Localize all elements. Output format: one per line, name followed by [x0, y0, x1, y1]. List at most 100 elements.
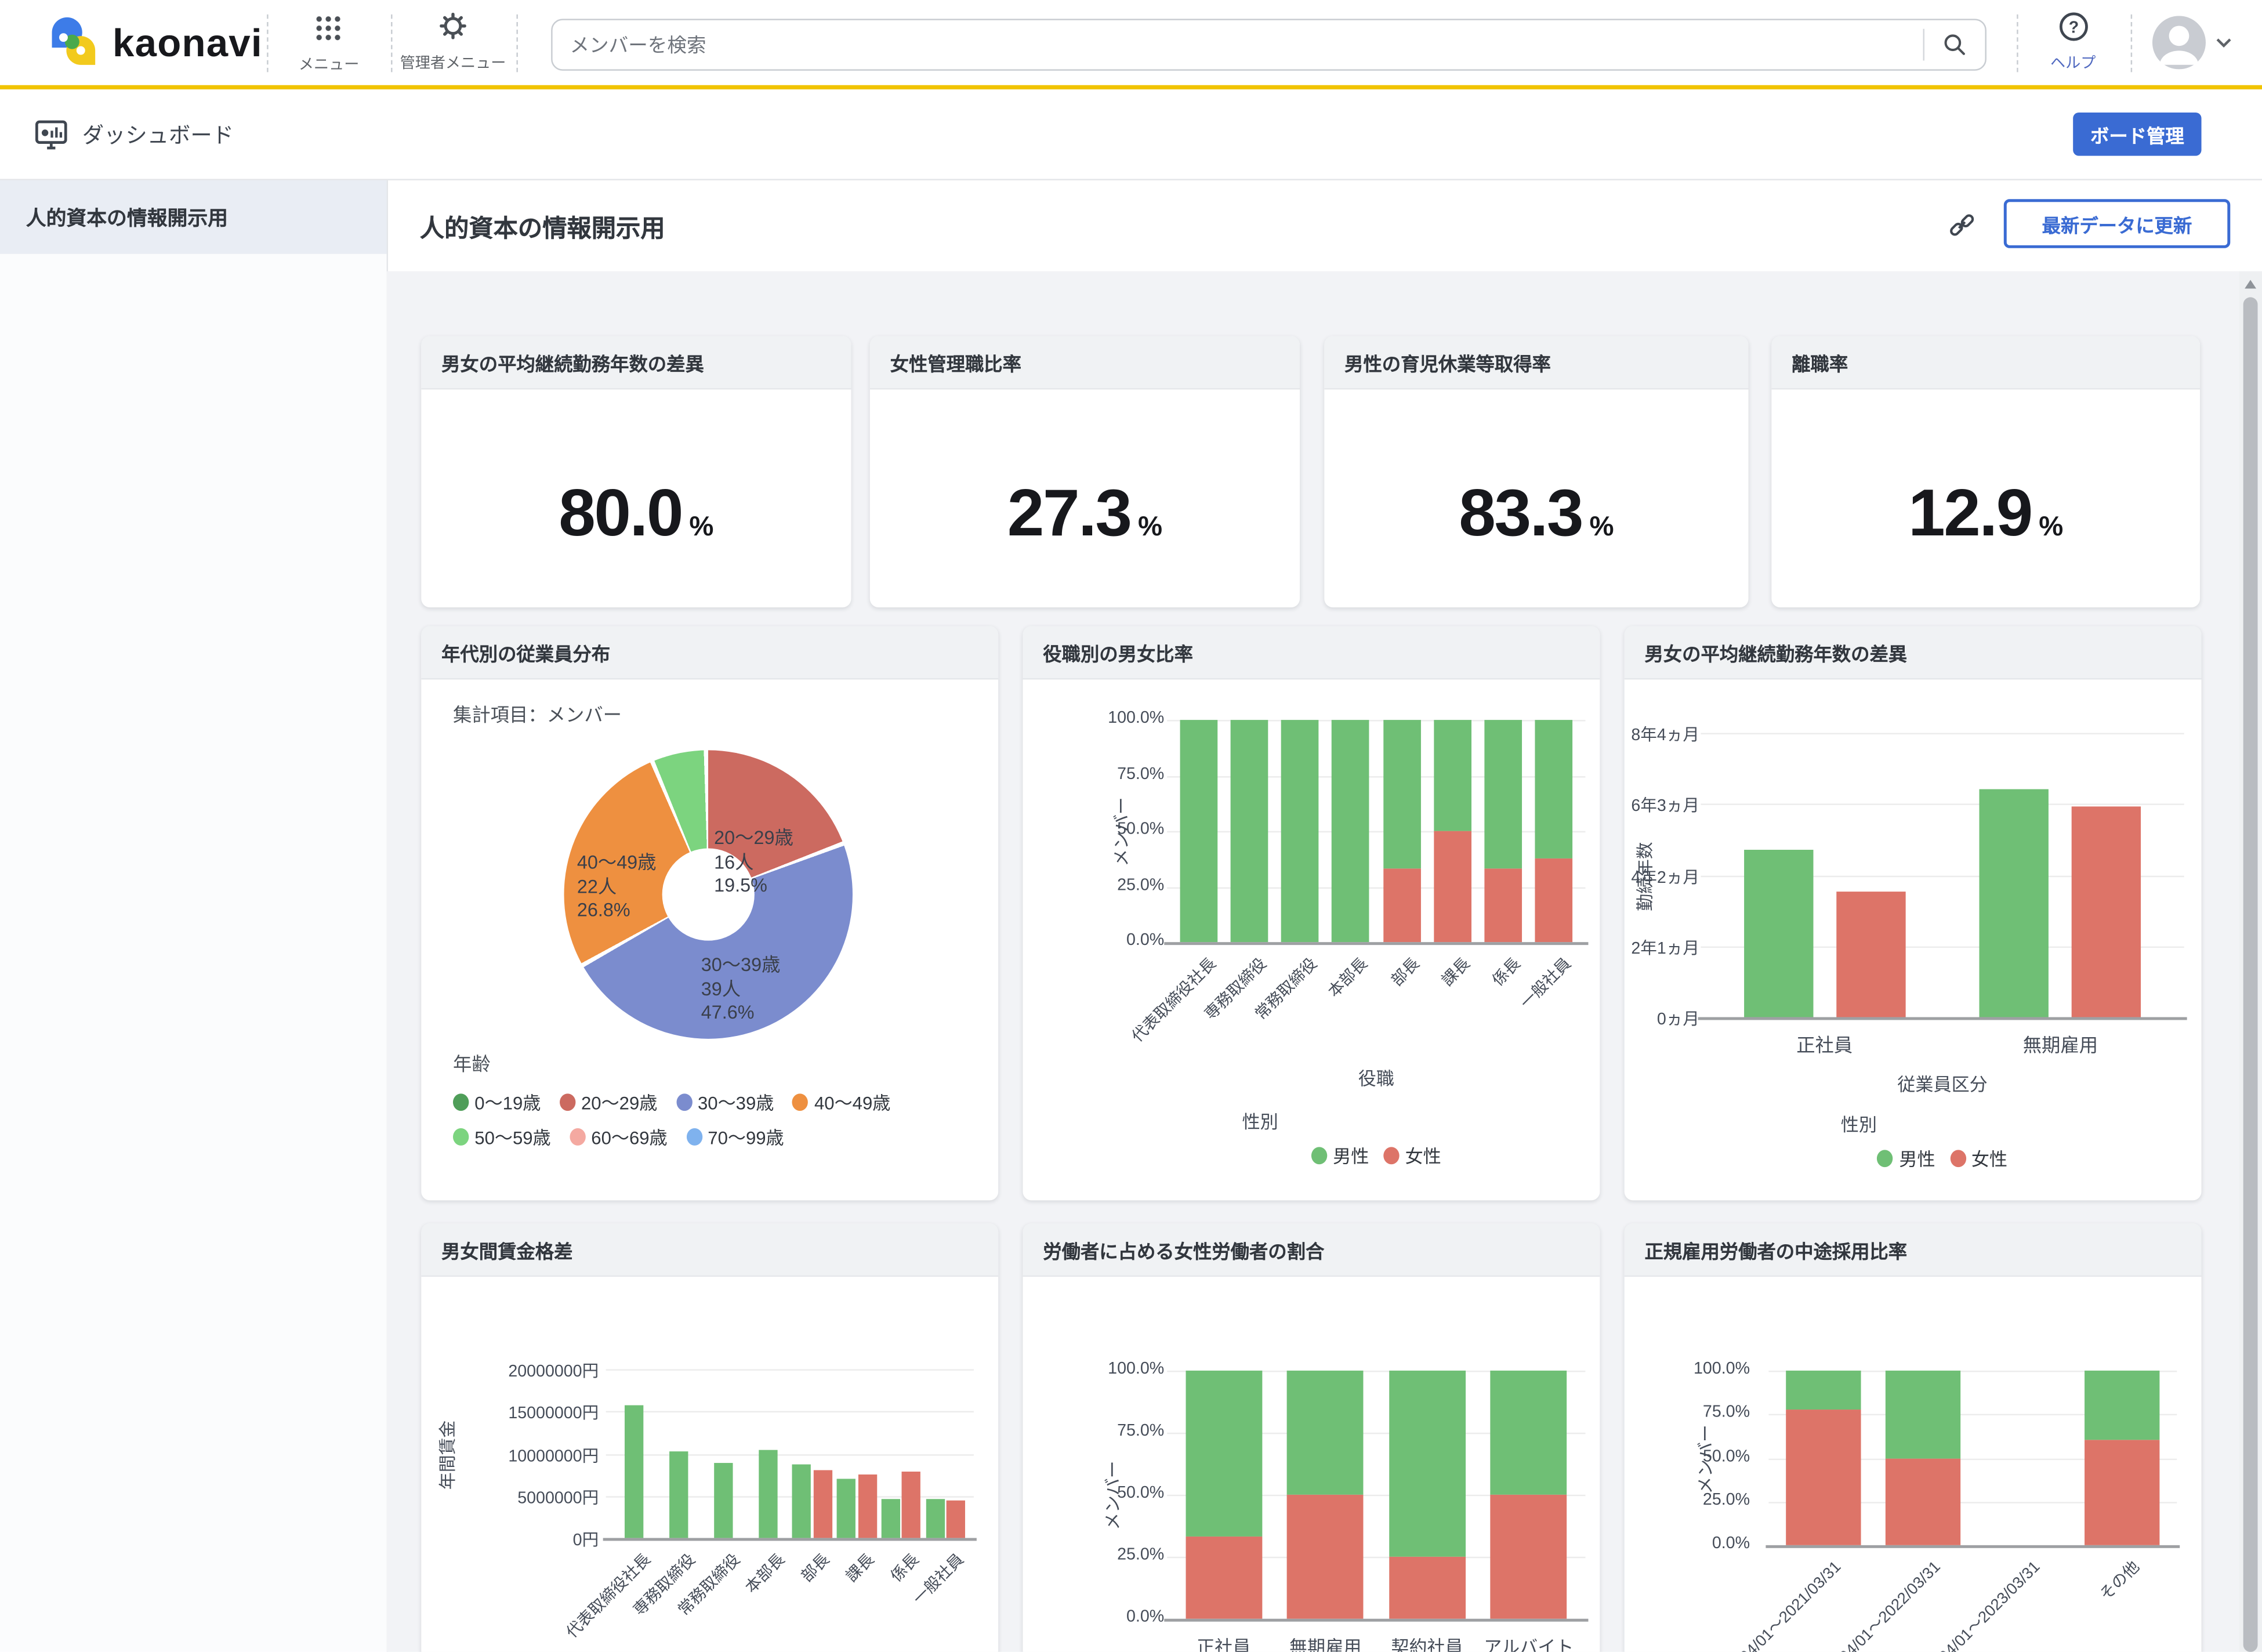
bar-male	[1980, 789, 2049, 1017]
bar-female	[1434, 831, 1471, 943]
x-axis-line	[1698, 1017, 2187, 1020]
bar-female	[947, 1500, 965, 1538]
legend-dot	[793, 1093, 809, 1110]
kpi-card-0: 男女の平均継続勤務年数の差異80.0%	[421, 336, 851, 608]
legend-label: 男性	[1899, 1144, 1935, 1171]
x-tick-label: 一般社員	[1515, 952, 1576, 1014]
legend-label: 50〜59歳	[474, 1122, 550, 1150]
legend-item: 女性	[1950, 1144, 2008, 1171]
admin-menu-button[interactable]: 管理者メニュー	[393, 12, 514, 74]
sidebar: 人的資本の情報開示用	[0, 180, 388, 1652]
kpi-card-2-title: 男性の育児休業等取得率	[1324, 336, 1748, 390]
kpi-number: 80.0	[559, 473, 682, 551]
chart-tenure-gap-body: 勤続年数8年4ヵ月6年3ヵ月4年2ヵ月2年1ヵ月0ヵ月正社員無期雇用従業員区分性…	[1625, 679, 2202, 1201]
gridline	[1701, 733, 2184, 734]
y-tick-label: 25.0%	[1117, 876, 1164, 894]
legend-dot	[1950, 1149, 1966, 1166]
bar-male	[625, 1405, 643, 1538]
chart-female-worker-ratio-title: 労働者に占める女性労働者の割合	[1023, 1223, 1600, 1277]
legend-dot	[453, 1093, 469, 1110]
bar-female	[1485, 868, 1522, 943]
y-tick-label: 10000000円	[508, 1443, 599, 1466]
top-bar: kaonavi メニュー	[0, 0, 2262, 89]
legend-dot	[1383, 1146, 1399, 1164]
x-tick-label: 無期雇用	[1974, 1030, 2147, 1057]
kpi-unit: %	[1589, 512, 1614, 544]
slice-label: 30〜39歳39人47.6%	[701, 954, 781, 1025]
bar-male	[1287, 1371, 1364, 1495]
chart-age-distribution-body: 集計項目：メンバー20〜29歳16人19.5%30〜39歳39人47.6%40〜…	[421, 679, 998, 1201]
legend-label: 40〜49歳	[814, 1088, 890, 1115]
legend-dot	[676, 1093, 692, 1110]
svg-text:?: ?	[2068, 19, 2078, 37]
dashboard-canvas: 男女の平均継続勤務年数の差異80.0%女性管理職比率27.3%男性の育児休業等取…	[387, 271, 2239, 1652]
bar-male	[1186, 1371, 1262, 1536]
pie-subtitle: 集計項目：メンバー	[453, 700, 622, 727]
divider	[2017, 15, 2018, 72]
menu-grid-icon	[316, 16, 342, 42]
y-tick-label: 2年1ヵ月	[1631, 936, 1699, 959]
dashboard-label: ダッシュボード	[82, 119, 234, 149]
chart-tenure-gap: 男女の平均継続勤務年数の差異勤続年数8年4ヵ月6年3ヵ月4年2ヵ月2年1ヵ月0ヵ…	[1625, 626, 2202, 1200]
legend-label: 60〜69歳	[591, 1122, 667, 1150]
x-axis-line	[603, 1538, 977, 1541]
chart-age-distribution: 年代別の従業員分布集計項目：メンバー20〜29歳16人19.5%30〜39歳39…	[421, 626, 998, 1200]
legend-title: 性別	[1841, 1110, 1877, 1137]
chart-age-distribution-title: 年代別の従業員分布	[421, 626, 998, 679]
search-input[interactable]	[553, 34, 1923, 55]
help-button[interactable]: ? ヘルプ	[2025, 12, 2120, 74]
chart-gender-ratio-by-position-body: メンバー100.0%75.0%50.0%25.0%0.0%代表取締役社長専務取締…	[1023, 679, 1600, 1201]
menu-button[interactable]: メニュー	[269, 12, 390, 75]
board-manage-button[interactable]: ボード管理	[2073, 113, 2201, 156]
chart-tenure-gap-title: 男女の平均継続勤務年数の差異	[1625, 626, 2202, 679]
gridline	[606, 1454, 974, 1455]
member-search-box	[551, 19, 1986, 71]
pie-legend-row: 0〜19歳20〜29歳30〜39歳40〜49歳	[453, 1088, 890, 1115]
refresh-data-button[interactable]: 最新データに更新	[2004, 199, 2230, 248]
account-menu[interactable]	[2152, 16, 2232, 69]
kpi-card-1-body: 27.3%	[870, 390, 1300, 609]
bar-female	[902, 1472, 921, 1538]
scroll-up-arrow[interactable]	[2245, 280, 2256, 289]
scrollbar-thumb[interactable]	[2243, 297, 2258, 1652]
bar-male	[713, 1463, 732, 1538]
kpi-number: 83.3	[1459, 473, 1582, 551]
y-tick-label: 100.0%	[1108, 710, 1164, 727]
chart-gender-ratio-by-position: 役職別の男女比率メンバー100.0%75.0%50.0%25.0%0.0%代表取…	[1023, 626, 1600, 1200]
bar-male	[758, 1450, 777, 1538]
kaonavi-logo[interactable]: kaonavi	[48, 13, 263, 73]
legend-item: 60〜69歳	[570, 1122, 668, 1150]
slice-label: 40〜49歳22人26.8%	[577, 851, 657, 922]
chart-mid-career-hire-ratio-body: メンバー100.0%75.0%50.0%25.0%0.0%2020/04/01〜…	[1625, 1277, 2202, 1652]
x-tick-label: 係長	[884, 1548, 923, 1587]
kpi-value-1: 27.3%	[870, 473, 1300, 551]
pie-legend-row: 50〜59歳 60〜69歳 70〜99歳	[453, 1122, 784, 1150]
legend-item: 女性	[1383, 1141, 1441, 1168]
gridline	[1701, 804, 2184, 805]
legend-item: 70〜99歳	[686, 1122, 784, 1150]
y-tick-label: 25.0%	[1117, 1546, 1164, 1564]
chart-gender-ratio-by-position-title: 役職別の男女比率	[1023, 626, 1600, 679]
page-title: 人的資本の情報開示用	[420, 208, 665, 244]
y-tick-label: 20000000円	[508, 1359, 599, 1382]
y-tick-label: 0.0%	[1126, 1608, 1164, 1626]
y-tick-label: 75.0%	[1117, 765, 1164, 782]
chart-mid-career-hire-ratio: 正規雇用労働者の中途採用比率メンバー100.0%75.0%50.0%25.0%0…	[1625, 1223, 2202, 1652]
vertical-scrollbar	[2239, 271, 2262, 1652]
y-tick-label: 0円	[573, 1528, 599, 1551]
legend-label: 女性	[1405, 1141, 1441, 1168]
share-link-button[interactable]	[1943, 206, 1981, 244]
bar-female	[1535, 859, 1573, 943]
chart-wage-gap-title: 男女間賃金格差	[421, 1223, 998, 1277]
kpi-number: 12.9	[1908, 473, 2032, 551]
x-tick-label: 部長	[1385, 952, 1424, 991]
kpi-number: 27.3	[1007, 473, 1131, 551]
bar-male	[669, 1451, 688, 1538]
search-button[interactable]	[1924, 20, 1985, 70]
bar-male	[792, 1463, 811, 1538]
x-tick-label: 部長	[795, 1548, 834, 1587]
sidebar-item-human-capital[interactable]: 人的資本の情報開示用	[0, 180, 387, 254]
x-tick-label: その他	[2094, 1555, 2144, 1605]
x-tick-label: 正社員	[1738, 1030, 1911, 1057]
bar-male	[1786, 1371, 1861, 1409]
